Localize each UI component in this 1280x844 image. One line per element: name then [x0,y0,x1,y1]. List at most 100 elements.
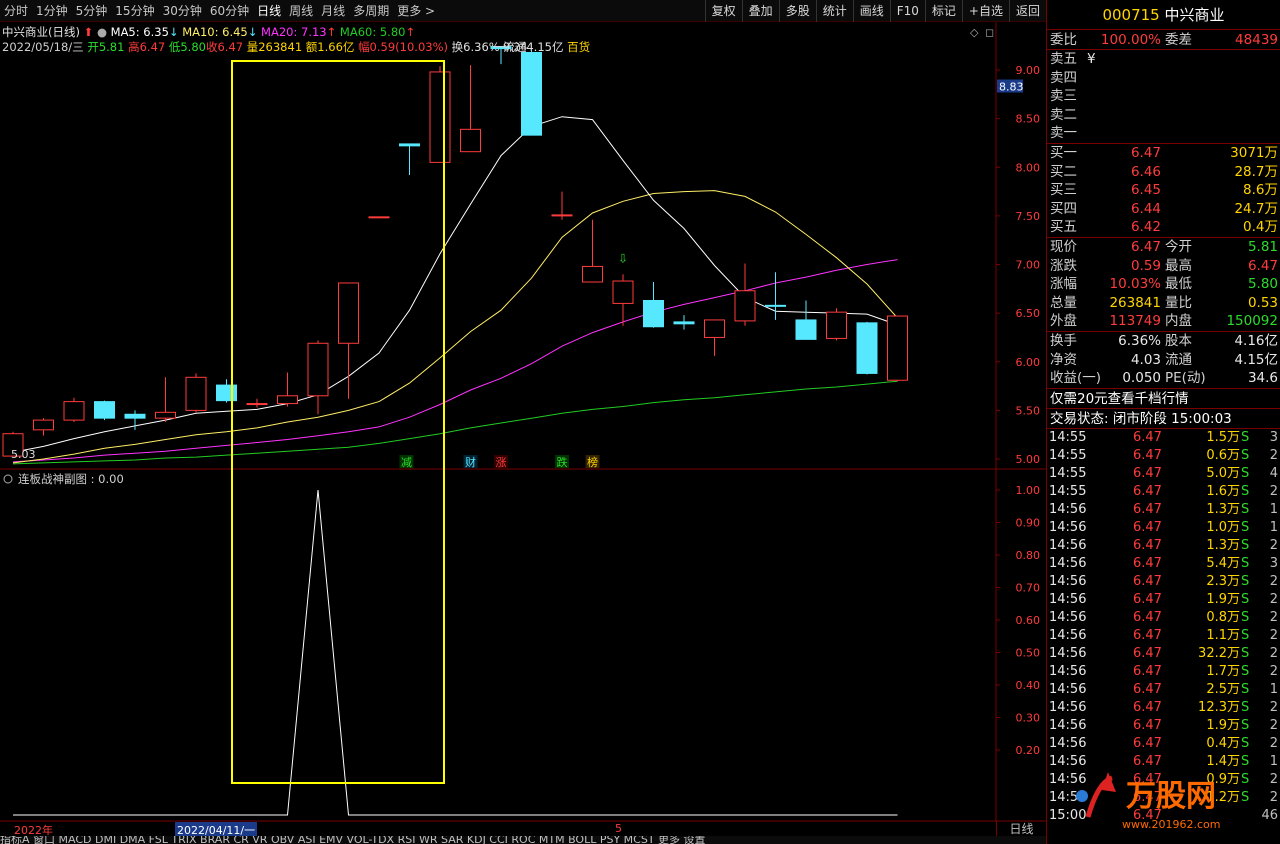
candle-body[interactable] [734,290,756,322]
candle-body[interactable] [368,216,390,219]
candle-body[interactable] [185,376,207,411]
trade-row: 14:56 6.47 1.3万 S 2 [1047,537,1280,555]
period-toolbar: 分时 1分钟 5分钟 15分钟 30分钟 60分钟 日线 周线 月线 多周期 更多 > 复权 叠加 多股… [0,0,1046,22]
stat-value: 113749 [1109,313,1161,330]
buy-level-volume: 24.7万 [1234,200,1278,217]
ma10-line [12,190,898,464]
trade-count: 2 [1269,591,1278,607]
toolbar-button[interactable]: 画线 [852,0,890,22]
candle-body[interactable] [643,299,664,328]
diamond-icon[interactable]: ◇ [970,26,979,39]
candle-body[interactable] [429,71,451,163]
trade-row: 14:56 6.47 5.4万 S 3 [1047,555,1280,573]
event-marker[interactable]: 跌 [557,455,568,469]
buy-level-label: 买二 [1050,163,1077,180]
toolbar-button[interactable]: 复权 [704,0,742,22]
toolbar-button[interactable]: 多股 [778,0,816,22]
period-tab[interactable]: 多周期 [349,0,393,22]
period-tab[interactable]: 60分钟 [206,0,253,22]
indicator-settings-icon[interactable] [3,474,13,484]
trade-count: 46 [1261,807,1278,823]
candle-body[interactable] [338,282,359,344]
period-tab[interactable]: 15分钟 [111,0,158,22]
trade-volume: 12.3万 [1198,699,1240,715]
candle-body[interactable] [795,319,817,340]
candle-body[interactable] [521,51,542,136]
trade-time: 14:56 [1049,681,1087,697]
chart-canvas[interactable]: 9.00 8.50 8.00 7.50 7.00 6.50 6.00 5.50 5.00 8.83… [0,22,1046,822]
candle-body[interactable] [856,322,878,374]
high-price-label: 9.24 [503,41,528,54]
trade-side: S [1241,609,1250,625]
candle-body[interactable] [887,315,908,381]
toolbar-button[interactable]: 统计 [815,0,853,22]
trade-time: 14:56 [1049,699,1087,715]
period-tab[interactable]: 1分钟 [32,0,72,22]
toolbar-button[interactable]: +自选 [961,0,1009,22]
trade-time: 14:56 [1049,537,1087,553]
candle-body[interactable] [826,311,847,339]
period-tab[interactable]: 日线 [253,0,285,22]
indicator-tick-label: 0.20 [1016,744,1041,757]
candle-body[interactable] [460,128,481,153]
toolbar-button[interactable]: 返回 [1008,0,1046,22]
candle-body[interactable] [216,384,237,402]
event-marker[interactable]: 榜 [587,455,598,469]
candle-body[interactable] [765,304,786,307]
trade-volume: 0.4万 [1206,735,1240,751]
candle-body[interactable] [124,413,146,419]
trade-price: 6.47 [1133,501,1162,517]
candle-body[interactable] [277,395,298,405]
kline-chart[interactable]: 中兴商业(日线) ⬆ ● MA5: 6.35↓ MA10: 6.45↓ MA20… [0,22,1046,822]
indicator-tabs[interactable]: 指标A 窗口 MACD DMI DMA FSL TRIX BRAR CR VR … [0,836,1046,844]
trade-time: 14:56 [1049,591,1087,607]
toolbar-button[interactable]: F10 [889,0,925,22]
candle-body[interactable] [63,401,85,421]
stat-value: 0.59 [1130,257,1161,274]
toolbar-button[interactable]: 叠加 [741,0,779,22]
trade-volume: 0.8万 [1206,609,1240,625]
buy-level-label: 买一 [1050,144,1077,161]
period-tab[interactable]: 分时 [0,0,32,22]
candle-body[interactable] [551,214,573,217]
period-tab[interactable]: 月线 [317,0,349,22]
buy-book: 买一 6.47 3071万 买二 6.46 28.7万 买三 6.45 8.6万 买四 6.44 24… [1047,144,1280,238]
trade-row: 14:56 6.47 1.9万 S 2 [1047,717,1280,735]
promo-row[interactable]: 仅需20元查看千档行情 [1047,389,1280,409]
period-tab[interactable]: 更多 > [393,0,439,22]
candle-body[interactable] [399,143,420,147]
candle-body[interactable] [94,401,115,419]
trade-volume: 1.9万 [1206,717,1240,733]
period-tab[interactable]: 30分钟 [159,0,206,22]
trade-count: 2 [1269,663,1278,679]
candle-body[interactable] [582,265,603,283]
price-tick-label: 6.50 [1016,307,1041,320]
stat-value: 10.03% [1109,276,1161,293]
stat-label: 涨跌 [1050,257,1077,274]
stat-value: 150092 [1226,313,1278,330]
stat-value: 5.81 [1247,238,1278,255]
event-marker[interactable]: 减 [401,456,412,469]
trade-row: 14:56 6.47 2.3万 S 2 [1047,573,1280,591]
period-tab[interactable]: 5分钟 [72,0,112,22]
event-marker[interactable]: 财 [465,455,476,469]
candle-body[interactable] [704,319,725,338]
candle-body[interactable] [33,419,54,431]
toolbar-button[interactable]: 标记 [924,0,962,22]
promo-text[interactable]: 仅需20元查看千档行情 [1050,389,1189,409]
trade-side: S [1241,537,1250,553]
buy-level-price: 6.45 [1130,182,1161,199]
trade-row: 14:56 6.47 1.0万 S 1 [1047,519,1280,537]
candle-body[interactable] [307,342,329,397]
sell-level-row: 卖五 ¥ [1047,50,1280,69]
candle-body[interactable] [673,321,695,325]
candle-body[interactable] [155,411,176,419]
event-marker[interactable]: 涨 [496,456,507,469]
expand-icon[interactable]: ◻ [985,26,994,39]
trade-status: 交易状态: 闭市阶段 15:00:03 [1050,410,1232,427]
candle-body[interactable] [246,403,268,406]
trade-volume: 5.0万 [1206,465,1240,481]
period-tab[interactable]: 周线 [285,0,317,22]
candle-body[interactable] [612,280,634,304]
trade-side: S [1241,591,1250,607]
